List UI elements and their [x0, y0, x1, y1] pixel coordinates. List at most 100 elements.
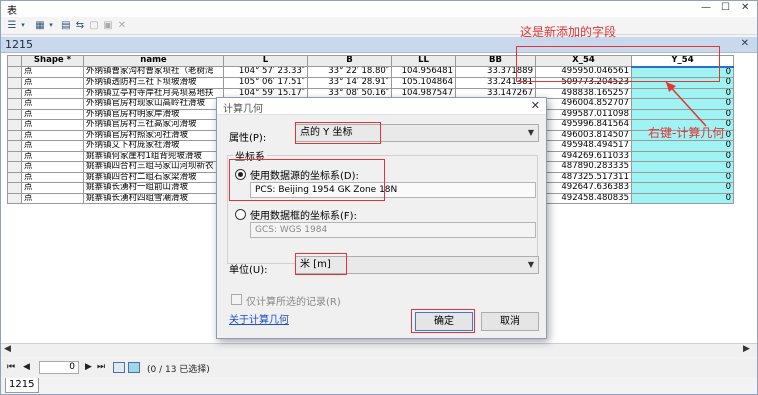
table-cell: 点: [21, 182, 84, 194]
close-button[interactable]: ✕: [741, 2, 749, 13]
table-cell: 105° 06′ 17.51″: [223, 77, 308, 89]
table-cell: 0: [631, 140, 734, 152]
previous-record-button[interactable]: ◀: [23, 362, 30, 372]
table-cell: 33° 22′ 18.80″: [307, 66, 392, 78]
table-cell: 105.104864: [391, 77, 456, 89]
table-cell: 姚寨镇长湧村四组雪潮滑坡: [83, 192, 224, 204]
row-selector[interactable]: [7, 98, 22, 110]
table-cell: 外纳镇官房村照家河社滑坡: [83, 129, 224, 141]
close-icon[interactable]: ✕: [531, 99, 540, 112]
table-cell: 点: [21, 87, 84, 99]
table-cell: 495996.841564: [535, 119, 632, 131]
table-cell: 492647.636383: [535, 182, 632, 194]
chevron-down-icon: ▼: [527, 260, 534, 269]
table-cell: 0: [631, 192, 734, 204]
table-cell: 499587.011098: [535, 108, 632, 120]
column-header[interactable]: Shape *: [21, 55, 84, 67]
row-selector[interactable]: [7, 182, 22, 194]
use-frame-cs-radio[interactable]: [235, 209, 246, 220]
row-selector[interactable]: [7, 171, 22, 183]
help-link[interactable]: 关于计算几何: [229, 311, 289, 326]
dialog-title: 计算几何: [223, 104, 263, 115]
row-selector[interactable]: [7, 140, 22, 152]
row-selector[interactable]: [7, 66, 22, 78]
right-click-annotation: 右键-计算几何: [648, 126, 725, 140]
table-cell: 点: [21, 150, 84, 162]
table-cell: 0: [631, 171, 734, 183]
show-selected-records-icon[interactable]: [128, 362, 140, 373]
row-selector[interactable]: [7, 129, 22, 141]
table-cell: 点: [21, 192, 84, 204]
row-selector[interactable]: [7, 150, 22, 162]
chevron-down-icon: ▼: [527, 128, 534, 137]
selected-only-checkbox[interactable]: [231, 294, 242, 305]
table-options-icon[interactable]: ☰: [5, 19, 19, 32]
table-toolbar: ☰ ▾ ▦ ▾ ▤ ⇆ ▢ ▣ ✕: [1, 17, 757, 35]
scroll-left-icon[interactable]: ◀: [4, 344, 11, 354]
clear-selection-icon[interactable]: ▢: [87, 19, 101, 32]
cancel-button[interactable]: 取消: [481, 312, 539, 331]
table-cell: 点: [21, 98, 84, 110]
ok-highlight: [411, 309, 475, 333]
table-cell: 点: [21, 140, 84, 152]
first-record-button[interactable]: ⏮: [7, 362, 15, 372]
table-cell: 0: [631, 161, 734, 173]
table-cell: 496004.852707: [535, 98, 632, 110]
scroll-right-icon[interactable]: ▶: [743, 344, 750, 354]
table-cell: 姚寨镇何家崖村1组背兜坡滑坡: [83, 150, 224, 162]
row-selector[interactable]: [7, 119, 22, 131]
column-header[interactable]: LL: [391, 55, 456, 67]
table-cell: 494269.611033: [535, 150, 632, 162]
minimize-button[interactable]: —: [701, 2, 711, 13]
unit-label: 单位(U):: [229, 265, 268, 276]
table-cell: 点: [21, 161, 84, 173]
table-cell: 33° 14′ 28.91″: [307, 77, 392, 89]
horizontal-scrollbar[interactable]: ◀ ▶: [1, 343, 757, 357]
table-cell: 外纳镇透防村三社下坝坡滑坡: [83, 77, 224, 89]
row-selector[interactable]: [7, 87, 22, 99]
record-number-input[interactable]: 0: [39, 361, 79, 374]
table-cell: 外纳镇立亭村寺岸社月亮坝易地扶: [83, 87, 224, 99]
row-selector[interactable]: [7, 108, 22, 120]
chevron-down-icon[interactable]: ▾: [19, 19, 27, 32]
table-cell: 点: [21, 129, 84, 141]
table-cell: 点: [21, 119, 84, 131]
table-cell: 点: [21, 108, 84, 120]
column-header[interactable]: B: [307, 55, 392, 67]
new-field-highlight: [516, 46, 720, 82]
restore-button[interactable]: ☐: [721, 2, 730, 13]
frame-cs-field: GCS: WGS 1984: [250, 222, 536, 238]
selected-only-label: 仅计算所选的记录(R): [246, 297, 341, 308]
show-all-records-icon[interactable]: [113, 362, 125, 373]
last-record-button[interactable]: ⏭: [97, 362, 105, 372]
row-selector[interactable]: [7, 161, 22, 173]
column-header[interactable]: name: [83, 55, 224, 67]
table-cell: 外纳镇官房村明家岸滑坡: [83, 108, 224, 120]
related-tables-icon[interactable]: ▦: [33, 19, 47, 32]
selection-status: (0 / 13 已选择): [147, 365, 210, 375]
window-title: 表: [7, 6, 17, 17]
table-cell: 点: [21, 77, 84, 89]
calculate-geometry-dialog: 计算几何 ✕ 属性(P): 点的 Y 坐标 ▼ 坐标系 使用数据源的坐标系(D)…: [216, 97, 547, 339]
row-selector[interactable]: [7, 192, 22, 204]
row-selector[interactable]: [7, 77, 22, 89]
zoom-to-selected-icon[interactable]: ▣: [101, 19, 115, 32]
table-cell: 496003.814507: [535, 129, 632, 141]
next-record-button[interactable]: ▶: [85, 362, 92, 372]
record-navigation: ⏮ ◀ 0 ▶ ⏭ (0 / 13 已选择): [1, 359, 757, 377]
status-tab[interactable]: 1215: [5, 378, 39, 393]
table-cell: 外纳镇官房村现家山高岭社滑坡: [83, 98, 224, 110]
table-cell: 492458.480835: [535, 192, 632, 204]
close-icon[interactable]: ✕: [741, 38, 749, 49]
delete-selected-icon[interactable]: ✕: [115, 19, 129, 32]
table-cell: 104° 57′ 23.33″: [223, 66, 308, 78]
column-header[interactable]: L: [223, 55, 308, 67]
row-header-corner: [7, 55, 22, 67]
use-frame-cs-label: 使用数据框的坐标系(F):: [250, 211, 357, 222]
table-cell: 0: [631, 150, 734, 162]
table-cell: 点: [21, 66, 84, 78]
chevron-down-icon[interactable]: ▾: [47, 19, 55, 32]
title-bar: 表 — ☐ ✕: [1, 1, 757, 17]
select-by-attributes-icon[interactable]: ▤: [59, 19, 73, 32]
switch-selection-icon[interactable]: ⇆: [73, 19, 87, 32]
